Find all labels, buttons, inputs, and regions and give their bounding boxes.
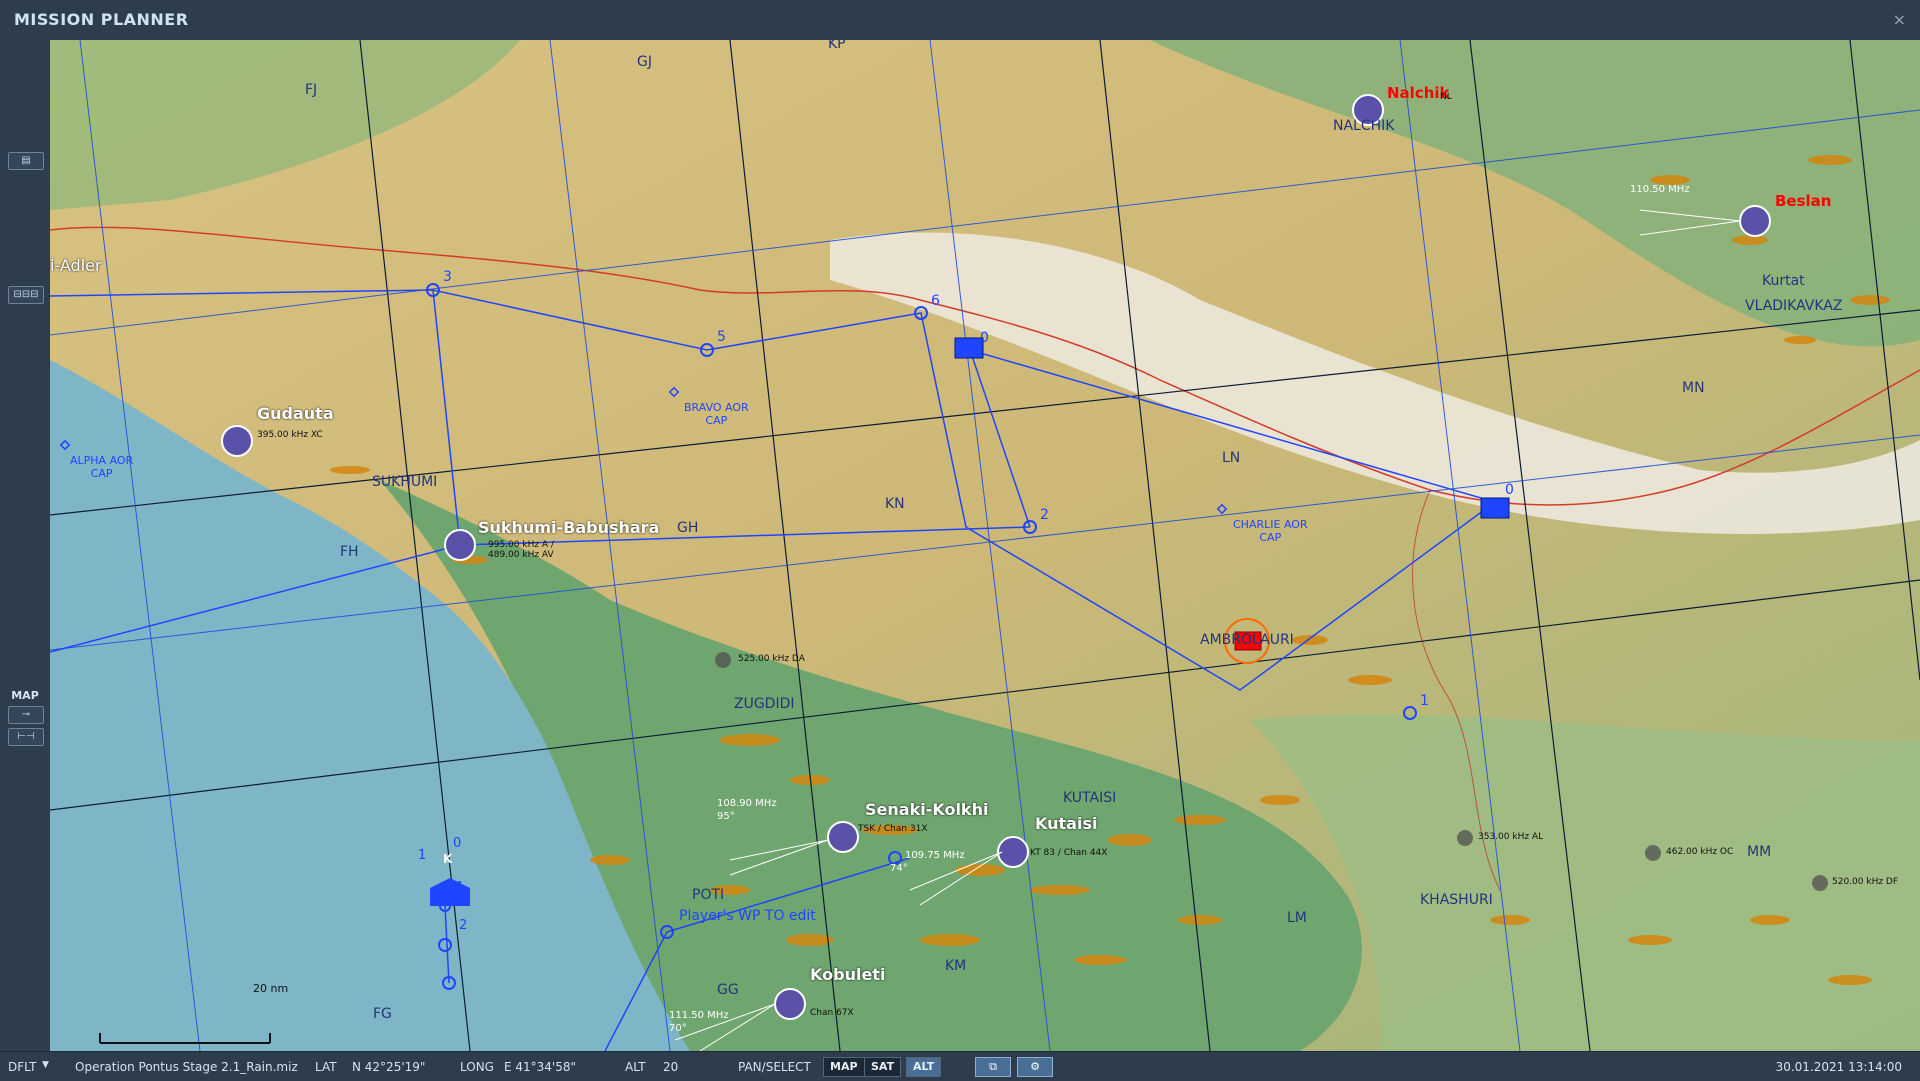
chevron-down-icon[interactable]: ▼ (42, 1060, 49, 1070)
close-icon[interactable]: × (1893, 10, 1906, 29)
airfield-info: NL (1440, 92, 1452, 102)
ils-label: 111.50 MHz (669, 1010, 729, 1021)
airfield-info: 110.50 MHz (1630, 184, 1690, 195)
datetime: 30.01.2021 13:14:00 (1775, 1060, 1902, 1074)
grid-label: LN (1222, 450, 1241, 466)
grid-label: FH (340, 544, 359, 560)
key-icon[interactable]: ⊸ (8, 706, 44, 724)
grid-label: GG (717, 982, 739, 998)
layers-icon[interactable]: ⧉ (975, 1057, 1011, 1077)
airfield-name[interactable]: Senaki-Kolkhi (865, 800, 988, 819)
profile-select[interactable]: DFLT (8, 1060, 37, 1074)
airfield-name[interactable]: Sukhumi-Babushara (478, 518, 659, 537)
ship-wp-label: 1 (456, 880, 465, 895)
city-label: NALCHIK (1333, 118, 1395, 134)
alt-label: ALT (625, 1060, 646, 1074)
grid-label: KP (828, 40, 846, 52)
ship-wp-label: 1 (418, 848, 427, 863)
grid-label: KN (885, 496, 905, 512)
grid-label: KM (945, 958, 967, 974)
clipboard-icon[interactable]: ▤ (8, 152, 44, 170)
airfield-name[interactable]: Gudauta (257, 404, 334, 423)
city-label: i-Adler (50, 256, 102, 275)
ils-label: 109.75 MHz (905, 850, 965, 861)
city-label: KUTAISI (1063, 790, 1117, 806)
ils-label: 74° (890, 863, 908, 874)
lat-value: N 42°25'19" (352, 1060, 426, 1074)
ndb-label: 525.00 kHz DA (738, 654, 805, 664)
city-label: ZUGDIDI (734, 696, 795, 712)
lat-label: LAT (315, 1060, 337, 1074)
ndb-label: 462.00 kHz OC (1666, 847, 1734, 857)
sat-mode-button[interactable]: SAT (864, 1057, 902, 1077)
ils-label: 70° (669, 1023, 687, 1034)
city-label: AMBROLAURI (1200, 632, 1294, 648)
city-label: POTI (692, 887, 725, 903)
map-mode-button[interactable]: MAP (823, 1057, 865, 1077)
city-label: VLADIKAVKAZ (1745, 298, 1843, 314)
scale-label: 20 nm (253, 982, 289, 995)
city-label: Kurtat (1762, 273, 1805, 289)
grid-label: MM (1747, 844, 1772, 860)
map-section-label: MAP (11, 689, 39, 702)
ndb-label: 520.00 kHz DF (1832, 877, 1899, 887)
mission-file: Operation Pontus Stage 2.1_Rain.miz (75, 1060, 298, 1074)
cap-zone-label: CHARLIE AOR CAP (1233, 518, 1308, 544)
left-sidebar: ▤ ⊟⊟⊟ MAP ⊸ ⊢⊣ ■ (0, 40, 51, 1079)
airfield-info: 395.00 kHz XC (257, 430, 323, 440)
title-bar: MISSION PLANNER × (0, 0, 1920, 41)
settings-icon[interactable]: ⚙ (1017, 1057, 1053, 1077)
ils-label: 95° (717, 811, 735, 822)
airfield-info: 995.00 kHz A / 489.00 kHz AV (488, 540, 554, 560)
ndb-label: 353.00 kHz AL (1478, 832, 1544, 842)
status-bar: DFLT ▼ Operation Pontus Stage 2.1_Rain.m… (0, 1051, 1920, 1081)
ship-wp-label: 0 (453, 836, 462, 851)
grid-label: MN (1682, 380, 1705, 396)
long-value: E 41°34'58" (504, 1060, 577, 1074)
grid-label: FJ (305, 82, 318, 98)
airfield-info: TSK / Chan 31X (858, 824, 928, 834)
airfield-name[interactable]: Beslan (1775, 192, 1831, 210)
airfield-info: Chan 67X (810, 1008, 854, 1018)
airfield-info: KT 83 / Chan 44X (1030, 848, 1108, 858)
ils-label: 108.90 MHz (717, 798, 777, 809)
player-wp-label: Player's WP TO edit (679, 908, 816, 924)
ship-wp-label: 2 (459, 918, 468, 933)
airfield-name[interactable]: Kutaisi (1035, 814, 1097, 833)
ruler-icon[interactable]: ⊟⊟⊟ (8, 286, 44, 304)
ship-label: K (443, 852, 453, 866)
alt-mode-button[interactable]: ALT (906, 1057, 942, 1077)
alt-value: 20 (663, 1060, 679, 1074)
cap-zone-label: ALPHA AOR CAP (70, 454, 134, 480)
map-labels: FJ GJ KP FH GH KN LN MN FG GG KM LM MM S… (50, 40, 1920, 1051)
grid-label: GH (677, 520, 699, 536)
grid-label: FG (373, 1006, 392, 1022)
grid-label: LM (1287, 910, 1307, 926)
city-label: SUKHUMI (372, 474, 438, 490)
measure-icon[interactable]: ⊢⊣ (8, 728, 44, 746)
window-title: MISSION PLANNER (14, 10, 189, 29)
airfield-name[interactable]: Kobuleti (810, 965, 885, 984)
cap-zone-label: BRAVO AOR CAP (684, 401, 749, 427)
long-label: LONG (460, 1060, 494, 1074)
grid-label: GJ (637, 54, 652, 70)
city-label: KHASHURI (1420, 892, 1493, 908)
map-canvas[interactable]: 356 2100 FJ GJ KP FH GH KN LN MN FG GG K… (50, 40, 1920, 1051)
mode-label: PAN/SELECT (738, 1060, 811, 1074)
